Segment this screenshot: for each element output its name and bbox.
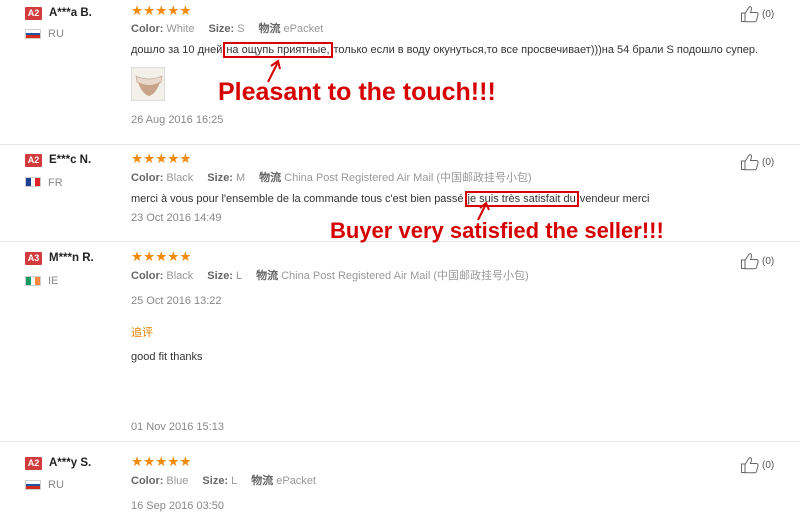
review-item: A2 E***c N. FR ★★★★★ Color: Black Size: M 物流…	[0, 145, 800, 243]
review-date: 16 Sep 2016 03:50	[131, 500, 224, 512]
size-label: Size:	[207, 172, 233, 184]
callout-satisfied: Buyer very satisfied the seller!!!	[330, 218, 664, 243]
buyer-level-badge: A2	[25, 457, 42, 470]
size-label: Size:	[208, 23, 235, 35]
size-value: M	[235, 172, 246, 184]
color-value: White	[166, 23, 195, 35]
size-label: Size:	[202, 475, 229, 487]
size-value: S	[237, 23, 245, 35]
like-count: (0)	[762, 459, 775, 471]
star-rating: ★★★★★	[131, 151, 192, 166]
flag-ie-icon	[25, 276, 41, 286]
shipping-label: 物流	[256, 270, 279, 282]
shipping-value: ePacket	[276, 475, 316, 487]
buyer-level-badge: A2	[25, 7, 42, 20]
flag-ru-icon	[25, 480, 41, 490]
thumbs-up-icon	[741, 457, 759, 474]
order-info: Color: White Size: S 物流 ePacket	[131, 23, 337, 36]
review-text: merci à vous pour l'ensemble de la comma…	[131, 191, 650, 207]
star-rating: ★★★★★	[131, 454, 192, 469]
review-text: дошло за 10 дней на ощупь приятные, только…	[131, 42, 759, 58]
buyer-name: E***c N.	[49, 154, 92, 166]
like-button[interactable]: (0)	[740, 153, 774, 171]
like-button[interactable]: (0)	[740, 456, 774, 474]
buyer-level-badge: A2	[25, 154, 42, 167]
buyer-country: RU	[48, 28, 64, 40]
review-date: 23 Oct 2016 14:49	[131, 212, 222, 224]
size-value: L	[235, 270, 243, 282]
size-label: Size:	[207, 270, 233, 282]
color-label: Color:	[131, 475, 164, 487]
order-info: Color: Black Size: L 物流 China Post Registered…	[131, 270, 543, 283]
review-item: A2 A***a B. RU ★★★★★ Color: White Size: S 物流…	[0, 0, 800, 145]
thumbs-up-icon	[741, 253, 759, 270]
shipping-label: 物流	[259, 172, 282, 184]
additional-review-text: good fit thanks	[131, 351, 203, 363]
shipping-value: ePacket	[283, 23, 324, 35]
review-photo[interactable]	[131, 67, 165, 101]
color-label: Color:	[131, 270, 164, 282]
size-value: L	[231, 475, 238, 487]
buyer-name: M***n R.	[49, 252, 94, 264]
additional-review-label: 追评	[131, 327, 153, 339]
shipping-value: China Post Registered Air Mail (中国邮政挂号小包…	[284, 172, 532, 184]
star-rating: ★★★★★	[131, 3, 192, 18]
like-count: (0)	[762, 255, 775, 267]
color-label: Color:	[131, 23, 164, 35]
thumbs-up-icon	[741, 6, 759, 23]
shipping-label: 物流	[251, 475, 274, 487]
like-button[interactable]: (0)	[740, 252, 774, 270]
additional-review-date: 01 Nov 2016 15:13	[131, 421, 224, 433]
color-value: Black	[166, 270, 194, 282]
color-label: Color:	[131, 172, 164, 184]
review-item: A3 M***n R. IE ★★★★★ Color: Black Size: L 物流…	[0, 242, 800, 442]
like-count: (0)	[762, 156, 775, 168]
review-text-before: merci à vous pour l'ensemble de la comma…	[131, 193, 464, 205]
order-info: Color: Blue Size: L 物流 ePacket	[131, 475, 330, 488]
review-date: 26 Aug 2016 16:25	[131, 114, 224, 126]
buyer-level-badge: A3	[25, 252, 42, 265]
like-count: (0)	[762, 8, 775, 20]
flag-fr-icon	[25, 177, 41, 187]
review-text-after: только если в воду окунуться,то все прос…	[333, 44, 759, 56]
color-value: Black	[166, 172, 194, 184]
buyer-name: A***a B.	[49, 7, 92, 19]
like-button[interactable]: (0)	[740, 5, 774, 23]
buyer-country: FR	[48, 177, 63, 189]
review-text-highlight: на ощупь приятные,	[223, 42, 333, 58]
buyer-country: RU	[48, 479, 64, 491]
color-value: Blue	[166, 475, 189, 487]
order-info: Color: Black Size: M 物流 China Post Registered…	[131, 172, 546, 185]
star-rating: ★★★★★	[131, 249, 192, 264]
buyer-country: IE	[48, 275, 59, 287]
review-text-before: дошло за 10 дней	[131, 44, 223, 56]
shipping-label: 物流	[258, 23, 281, 35]
thumbs-up-icon	[741, 154, 759, 171]
callout-pleasant: Pleasant to the touch!!!	[218, 78, 496, 106]
buyer-name: A***y S.	[49, 457, 92, 469]
shipping-value: China Post Registered Air Mail (中国邮政挂号小包…	[281, 270, 529, 282]
review-date: 25 Oct 2016 13:22	[131, 295, 222, 307]
flag-ru-icon	[25, 29, 41, 39]
review-item: A2 A***y S. RU ★★★★★ Color: Blue Size: L 物流 e…	[0, 442, 800, 525]
review-text-after: vendeur merci	[579, 193, 650, 205]
